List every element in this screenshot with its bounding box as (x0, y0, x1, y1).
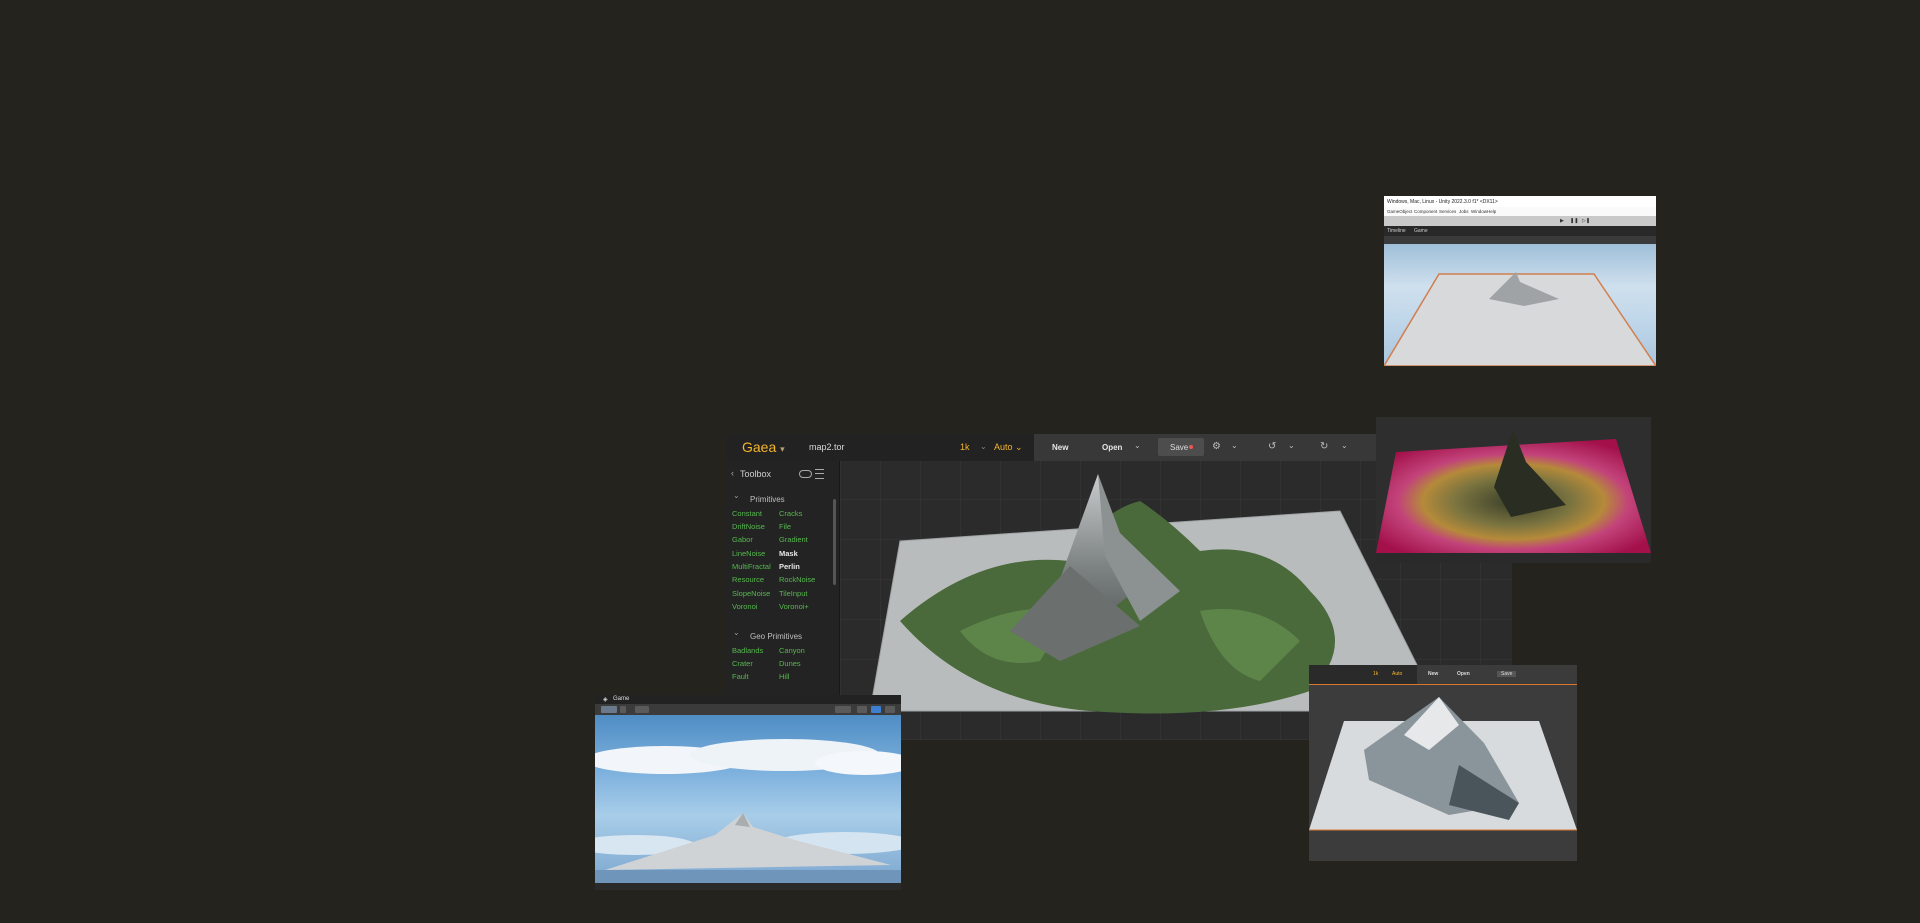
scene-view[interactable] (1384, 244, 1656, 366)
tool-constant[interactable]: Constant (732, 509, 762, 518)
section-primitives[interactable]: Primitives (750, 495, 785, 504)
settings-circle-icon[interactable]: ⚙ (1212, 441, 1221, 452)
chevron-down-icon[interactable]: ⌄ (1231, 441, 1238, 450)
resolution-dropdown[interactable]: 1k (960, 442, 970, 452)
gaea-menu-button[interactable]: Gaea ▾ (742, 439, 785, 455)
thumb-topbar: 1k Auto New Open Save (1309, 665, 1577, 684)
save-button[interactable]: Save (1158, 438, 1204, 456)
thumb-save: Save (1497, 671, 1517, 677)
open-button[interactable]: Open (1102, 443, 1122, 452)
build-mode-label: Auto (994, 442, 1013, 452)
tool-crater[interactable]: Crater (732, 659, 753, 668)
toggle-icon[interactable] (799, 470, 812, 478)
game-tab-bar: ◈ Game (595, 695, 901, 704)
colored-terrain-render (1376, 429, 1651, 553)
section-geo-primitives[interactable]: Geo Primitives (750, 632, 802, 641)
play-focus-dropdown[interactable] (835, 706, 851, 713)
tool-hill[interactable]: Hill (779, 672, 789, 681)
tool-tileinput[interactable]: TileInput (779, 589, 808, 598)
preview-footer (1376, 553, 1651, 563)
tool-multifractal[interactable]: MultiFractal (732, 562, 771, 571)
chevron-down-icon[interactable]: ⌄ (733, 628, 740, 637)
chevron-down-icon[interactable]: ⌄ (1288, 441, 1295, 450)
tool-voronoi[interactable]: Voronoi (732, 602, 757, 611)
tool-gradient[interactable]: Gradient (779, 535, 808, 544)
thumb-open: Open (1457, 671, 1470, 677)
display-dropdown[interactable] (601, 706, 617, 713)
menu-component[interactable]: Component (1414, 209, 1437, 214)
terrain-plane (1384, 272, 1656, 366)
terrain-render-white (1309, 697, 1577, 831)
toolbox-title: Toolbox (740, 469, 772, 479)
thumb-mode: Auto (1392, 671, 1403, 677)
stats-button[interactable] (857, 706, 867, 713)
window-title-text: Windows, Mac, Linux - Unity 2022.3.0 f1*… (1387, 199, 1498, 205)
chevron-left-icon[interactable]: ‹ (731, 468, 734, 478)
thumb-new: New (1428, 671, 1439, 677)
new-button[interactable]: New (1052, 443, 1068, 452)
hamburger-menu-icon[interactable] (815, 469, 824, 479)
build-mode-dropdown[interactable]: Auto ⌄ (994, 442, 1023, 453)
toolbox-scrollbar[interactable] (833, 499, 836, 585)
chevron-down-icon: ▾ (780, 444, 785, 454)
tool-gabor[interactable]: Gabor (732, 535, 753, 544)
tool-resource[interactable]: Resource (732, 575, 764, 584)
gizmos-button[interactable] (871, 706, 881, 713)
gamepad-icon: ◈ (603, 697, 608, 703)
chevron-down-icon[interactable]: ⌄ (1134, 441, 1141, 450)
scene-controls (1384, 236, 1656, 244)
settings-icon[interactable] (885, 706, 895, 713)
tool-file[interactable]: File (779, 522, 791, 531)
unity-tabs: Timeline Game (1384, 226, 1656, 236)
tab-game[interactable]: Game (1414, 228, 1428, 234)
game-bottom-bar (595, 883, 901, 890)
menu-services[interactable]: Services (1439, 209, 1456, 214)
menu-jobs[interactable]: Jobs (1459, 209, 1469, 214)
redo-icon[interactable]: ↻ (1320, 441, 1328, 452)
tool-perlin[interactable]: Perlin (779, 562, 800, 571)
save-label: Save (1170, 443, 1189, 452)
tool-slopenoise[interactable]: SlopeNoise (732, 589, 770, 598)
aspect-dropdown[interactable] (620, 706, 626, 713)
tool-mask[interactable]: Mask (779, 549, 798, 558)
window-title: Windows, Mac, Linux - Unity 2022.3.0 f1*… (1384, 196, 1656, 207)
game-view[interactable] (595, 715, 901, 883)
tab-game[interactable]: Game (613, 696, 629, 702)
tool-canyon[interactable]: Canyon (779, 646, 805, 655)
tool-dunes[interactable]: Dunes (779, 659, 801, 668)
sky-terrain-render (595, 739, 901, 883)
pause-icon[interactable]: ❚❚ (1570, 218, 1578, 224)
tab-timeline[interactable]: Timeline (1387, 228, 1406, 234)
menu-help[interactable]: Help (1487, 209, 1496, 214)
step-icon[interactable]: ▷❚ (1582, 218, 1590, 224)
unity-toolbar: ▶ ❚❚ ▷❚ (1384, 216, 1656, 226)
heightmap-preview (1376, 417, 1651, 563)
menu-gameobject[interactable]: GameObject (1387, 209, 1412, 214)
file-name: map2.tor (809, 442, 845, 452)
chevron-down-icon[interactable]: ⌄ (733, 491, 740, 500)
chevron-down-icon[interactable]: ⌄ (1341, 441, 1348, 450)
unity-game-thumbnail: ◈ Game (595, 695, 901, 890)
play-icon[interactable]: ▶ (1560, 218, 1564, 224)
unsaved-dot-icon (1189, 445, 1193, 449)
tool-driftnoise[interactable]: DriftNoise (732, 522, 765, 531)
menu-window[interactable]: Window (1471, 209, 1487, 214)
tool-badlands[interactable]: Badlands (732, 646, 763, 655)
chevron-down-icon: ⌄ (1015, 442, 1023, 452)
tool-fault[interactable]: Fault (732, 672, 749, 681)
scale-dropdown[interactable] (635, 706, 649, 713)
tool-rocknoise[interactable]: RockNoise (779, 575, 815, 584)
chevron-down-icon: ⌄ (980, 442, 987, 451)
unity-editor-thumbnail: Windows, Mac, Linux - Unity 2022.3.0 f1*… (1384, 196, 1656, 366)
tool-linenoise[interactable]: LineNoise (732, 549, 765, 558)
tool-voronoi-plus[interactable]: Voronoi+ (779, 602, 809, 611)
thumb-resolution: 1k (1373, 671, 1379, 677)
undo-icon[interactable]: ↺ (1268, 441, 1276, 452)
game-controls (595, 704, 901, 715)
menu-bar: GameObject Component Services Jobs Windo… (1384, 207, 1656, 216)
brand-label: Gaea (742, 439, 777, 455)
gaea-render-thumbnail: 1k Auto New Open Save (1309, 665, 1577, 861)
render-view (1309, 685, 1577, 861)
tool-cracks[interactable]: Cracks (779, 509, 802, 518)
